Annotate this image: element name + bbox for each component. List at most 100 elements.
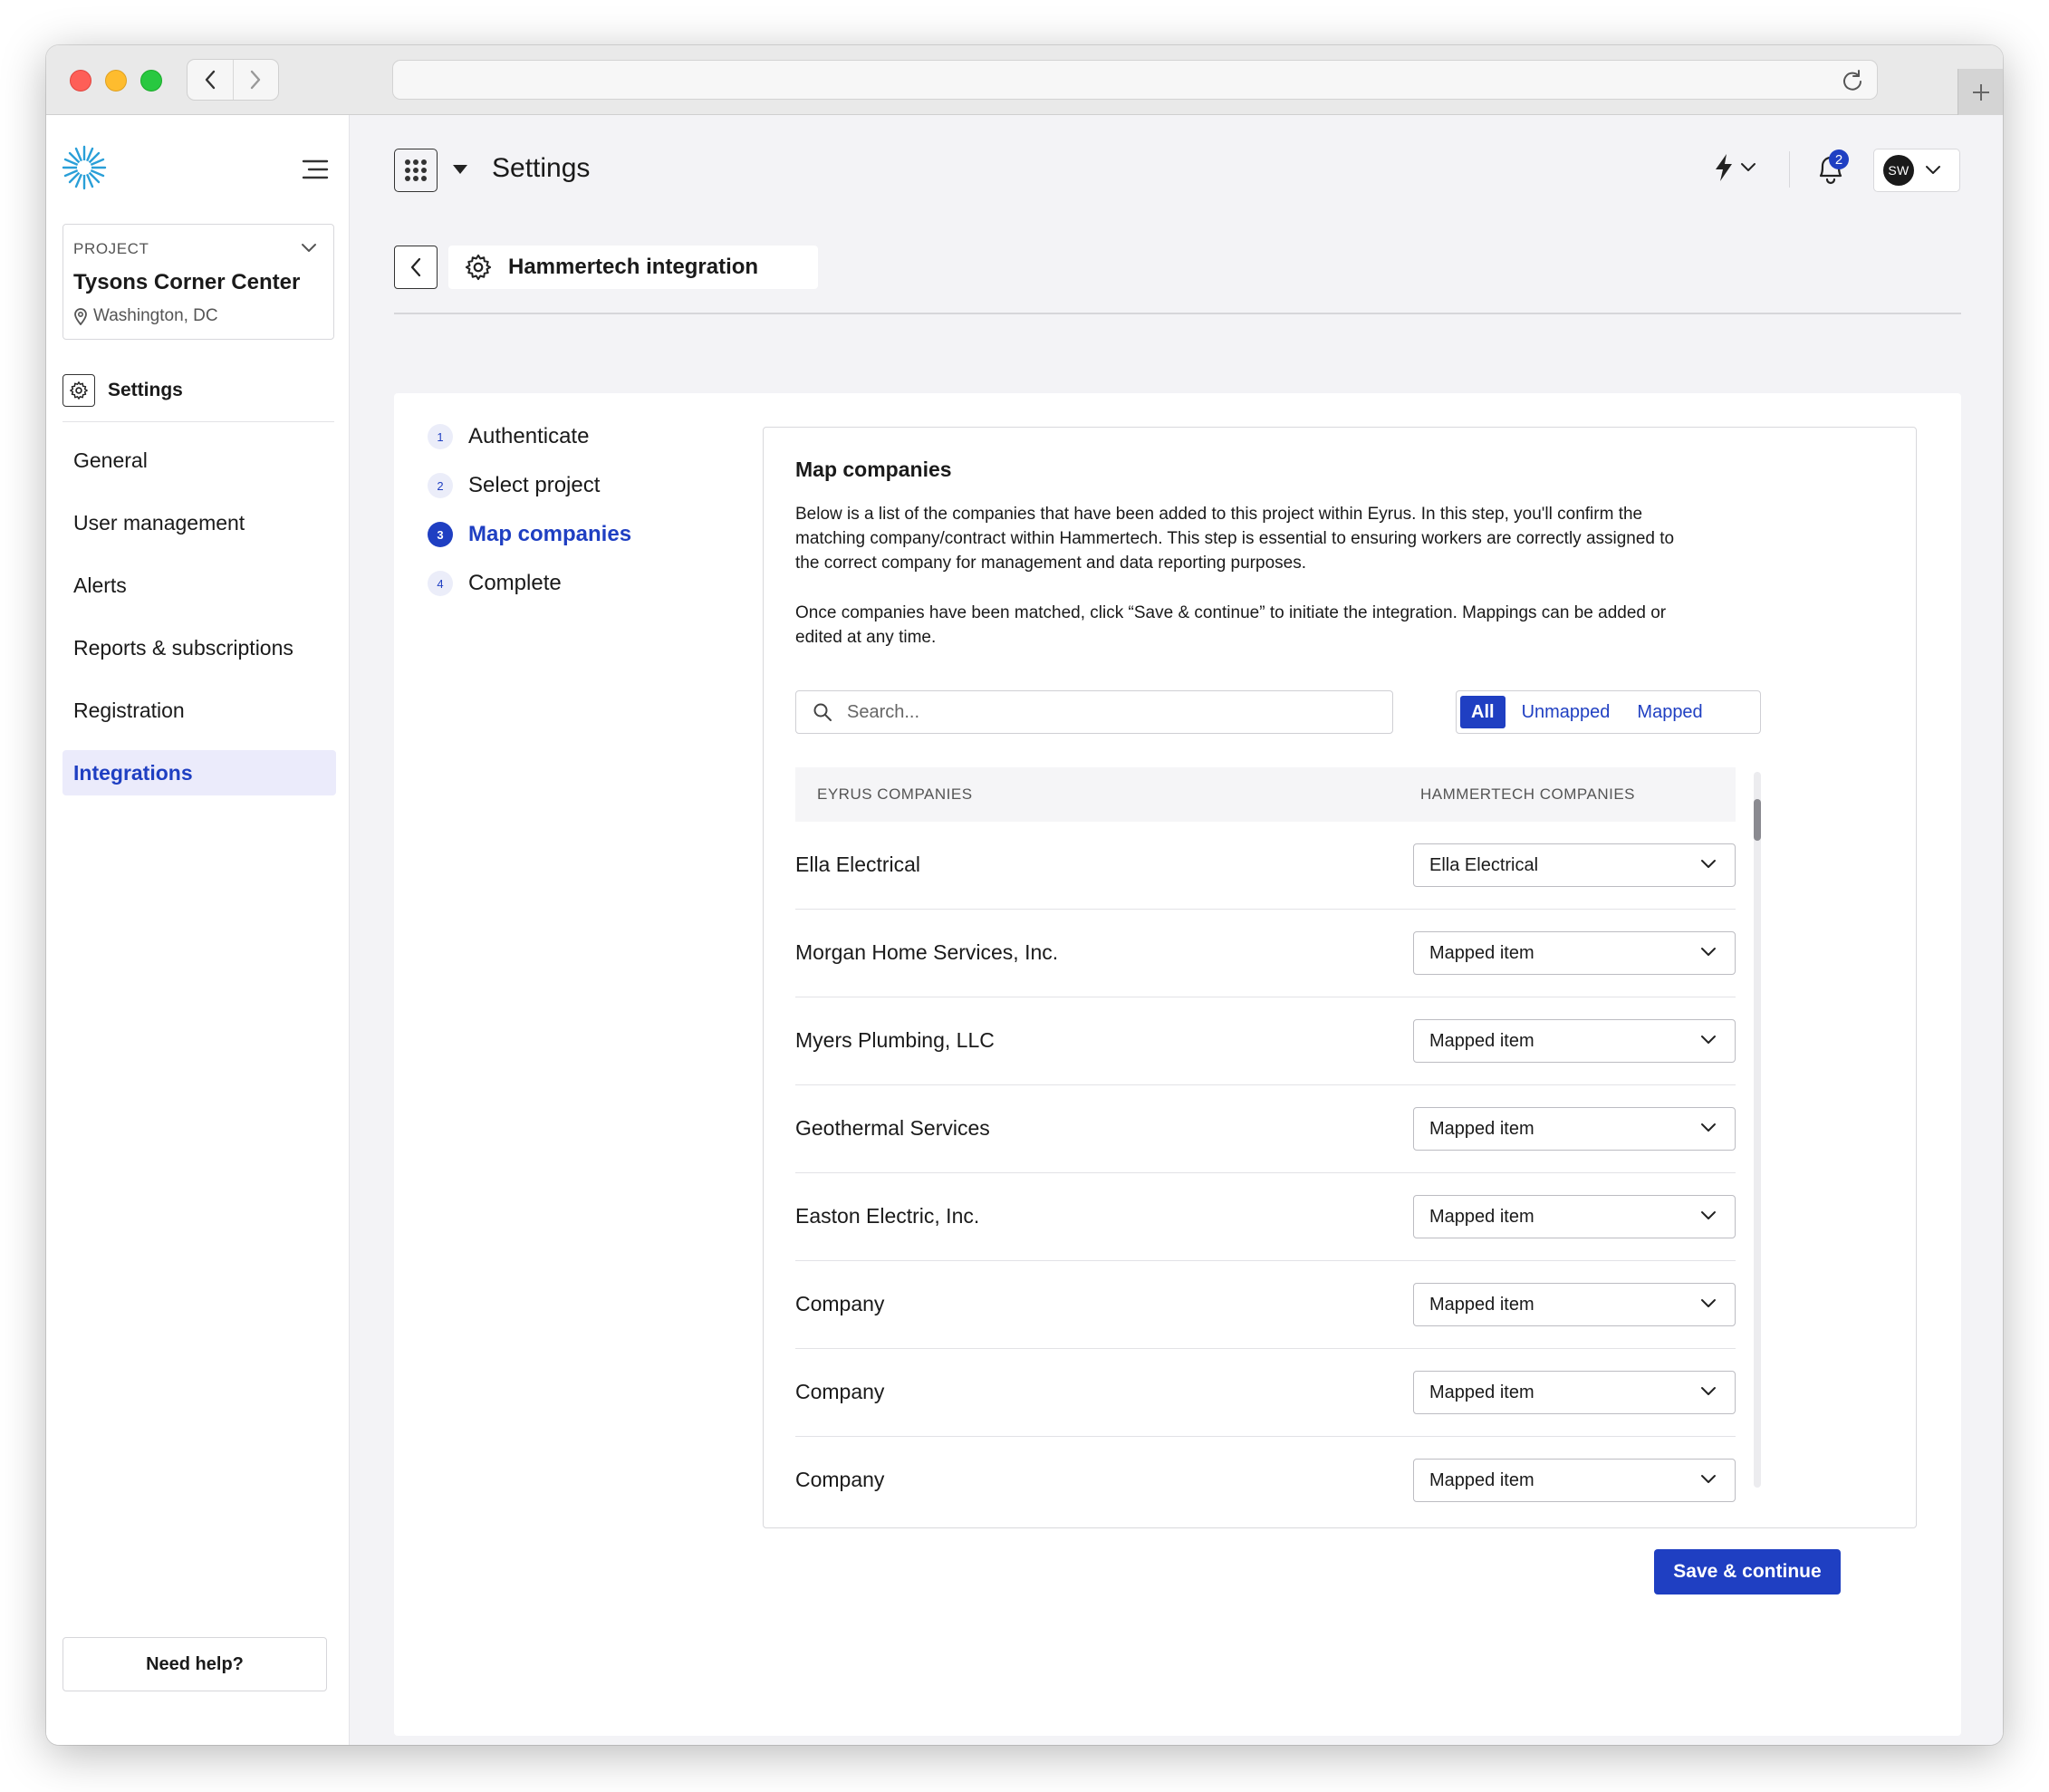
project-location-text: Washington, DC: [93, 306, 218, 325]
table-scrollbar[interactable]: [1754, 772, 1761, 1488]
minimize-window-button[interactable]: [105, 70, 127, 92]
hamburger-menu-icon[interactable]: [302, 159, 329, 180]
chevron-down-icon: [302, 244, 316, 252]
eyrus-company-name: Morgan Home Services, Inc.: [795, 940, 1059, 964]
table-row: Geothermal Services Mapped item: [795, 1085, 1736, 1173]
step-number: 1: [428, 424, 453, 449]
step-complete[interactable]: 4 Complete: [428, 571, 562, 596]
gear-icon: [70, 381, 88, 400]
eyrus-company-name: Ella Electrical: [795, 853, 921, 876]
sidebar-item-registration[interactable]: Registration: [63, 688, 336, 733]
hammertech-company-select[interactable]: Mapped item: [1413, 1195, 1736, 1238]
browser-nav-buttons: [187, 59, 279, 101]
chevron-down-icon: [1701, 1387, 1716, 1395]
search-input[interactable]: [847, 701, 1354, 723]
column-header-eyrus: EYRUS COMPANIES: [817, 785, 973, 803]
step-map-companies[interactable]: 3 Map companies: [428, 522, 631, 547]
integration-header: Hammertech integration: [448, 246, 818, 289]
notification-badge: 2: [1829, 149, 1849, 169]
eyrus-company-name: Easton Electric, Inc.: [795, 1204, 980, 1228]
table-row: Ella Electrical Ella Electrical: [795, 822, 1736, 910]
step-label: Map companies: [468, 522, 632, 546]
chevron-down-icon: [1701, 860, 1716, 868]
app-switcher-button[interactable]: [394, 149, 438, 192]
table-row: Morgan Home Services, Inc. Mapped item: [795, 910, 1736, 997]
step-number: 2: [428, 473, 453, 498]
zoom-window-button[interactable]: [140, 70, 162, 92]
eyrus-company-name: Company: [795, 1380, 885, 1403]
reload-icon[interactable]: [1841, 69, 1864, 92]
sidebar-item-user-management[interactable]: User management: [63, 500, 336, 545]
search-icon: [813, 703, 832, 721]
select-value: Mapped item: [1429, 1206, 1534, 1227]
select-value: Ella Electrical: [1429, 854, 1539, 875]
browser-forward-button[interactable]: [232, 60, 279, 100]
hammertech-company-select[interactable]: Mapped item: [1413, 931, 1736, 975]
project-location: Washington, DC: [73, 306, 218, 326]
plus-icon: [1972, 83, 1989, 101]
settings-icon-box: [63, 374, 95, 407]
app-root: PROJECT Tysons Corner Center Washington,…: [46, 115, 2003, 1745]
hammertech-company-select[interactable]: Ella Electrical: [1413, 843, 1736, 887]
chevron-right-icon: [251, 70, 261, 90]
step-label: Complete: [468, 571, 562, 595]
hammertech-company-select[interactable]: Mapped item: [1413, 1459, 1736, 1502]
filter-unmapped[interactable]: Unmapped: [1511, 696, 1621, 728]
sidebar-item-reports-subscriptions[interactable]: Reports & subscriptions: [63, 625, 336, 670]
step-number: 3: [428, 522, 453, 547]
mapping-filter: All Unmapped Mapped: [1456, 690, 1761, 734]
sidebar-divider: [63, 421, 334, 422]
step-label: Authenticate: [468, 424, 590, 448]
table-row: Myers Plumbing, LLC Mapped item: [795, 997, 1736, 1085]
scrollbar-thumb[interactable]: [1754, 799, 1761, 841]
project-selector[interactable]: PROJECT Tysons Corner Center Washington,…: [63, 224, 334, 340]
eyrus-logo-icon: [62, 145, 107, 190]
table-header: EYRUS COMPANIES HAMMERTECH COMPANIES: [795, 767, 1736, 822]
chevron-down-icon: [1701, 1299, 1716, 1307]
filter-mapped[interactable]: Mapped: [1626, 696, 1713, 728]
chevron-left-icon: [205, 70, 215, 90]
hammertech-company-select[interactable]: Mapped item: [1413, 1283, 1736, 1326]
address-bar[interactable]: [392, 60, 1878, 100]
chevron-left-icon: [410, 257, 421, 277]
header-divider: [394, 313, 1961, 314]
new-tab-button[interactable]: [1958, 69, 2003, 115]
gear-icon: [465, 254, 492, 281]
filter-all[interactable]: All: [1460, 696, 1505, 728]
panel-description: Below is a list of the companies that ha…: [795, 505, 1675, 573]
eyrus-company-name: Company: [795, 1468, 885, 1491]
sidebar: PROJECT Tysons Corner Center Washington,…: [46, 115, 350, 1745]
hammertech-company-select[interactable]: Mapped item: [1413, 1371, 1736, 1414]
hammertech-company-select[interactable]: Mapped item: [1413, 1019, 1736, 1063]
close-window-button[interactable]: [70, 70, 91, 92]
sidebar-item-alerts[interactable]: Alerts: [63, 563, 336, 608]
quick-actions-menu[interactable]: [1713, 153, 1756, 182]
caret-down-icon[interactable]: [452, 164, 468, 175]
need-help-button[interactable]: Need help?: [63, 1637, 327, 1691]
table-row: Easton Electric, Inc. Mapped item: [795, 1173, 1736, 1261]
step-authenticate[interactable]: 1 Authenticate: [428, 424, 589, 449]
step-select-project[interactable]: 2 Select project: [428, 473, 600, 498]
browser-back-button[interactable]: [188, 60, 233, 100]
location-pin-icon: [74, 308, 87, 325]
column-header-hammertech: HAMMERTECH COMPANIES: [1420, 785, 1636, 803]
page-title: Settings: [492, 153, 591, 183]
table-row: Company Mapped item: [795, 1261, 1736, 1349]
table-row: Company Mapped item: [795, 1349, 1736, 1437]
save-continue-button[interactable]: Save & continue: [1654, 1549, 1841, 1594]
eyrus-company-name: Company: [795, 1292, 885, 1315]
back-button[interactable]: [394, 246, 438, 289]
hammertech-company-select[interactable]: Mapped item: [1413, 1107, 1736, 1151]
settings-section-title: Settings: [108, 380, 183, 400]
user-menu[interactable]: SW: [1873, 149, 1960, 192]
main-card: 1 Authenticate 2 Select project 3 Map co…: [394, 393, 1961, 1736]
chevron-down-icon: [1701, 948, 1716, 956]
settings-section-header: Settings: [63, 374, 183, 407]
browser-window: PROJECT Tysons Corner Center Washington,…: [46, 45, 2003, 1745]
sidebar-item-integrations[interactable]: Integrations: [63, 750, 336, 795]
select-value: Mapped item: [1429, 1030, 1534, 1051]
chevron-down-icon: [1741, 163, 1756, 171]
grid-dots-icon: [405, 159, 427, 181]
avatar: SW: [1883, 155, 1914, 186]
sidebar-item-general[interactable]: General: [63, 438, 336, 483]
